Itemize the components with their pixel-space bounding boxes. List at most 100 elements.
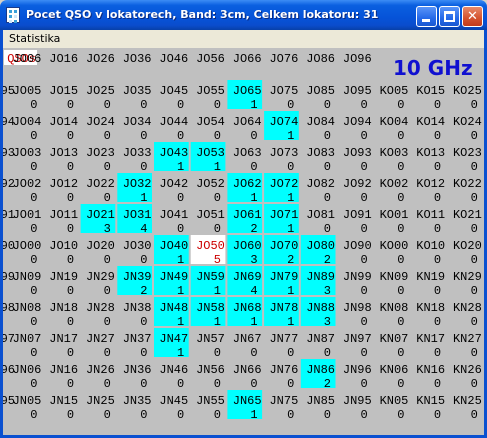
locator-label: JN26: [86, 363, 115, 377]
qso-count: 0: [324, 129, 331, 143]
qso-count: 4: [140, 222, 147, 236]
locator-grid-svg: QSOsJO06 JO16 JO26 JO36 JO46 JO56 JO66 JO76 JO86…: [3, 50, 482, 422]
qso-count: 0: [434, 160, 441, 174]
qso-count: 0: [30, 98, 37, 112]
locator-label: JO72: [269, 177, 298, 191]
locator-grid: QSOs JO06 JO16 JO26 JO36 JO46 JO56 JO66 JO76 JO86…: [3, 48, 484, 435]
locator-label: KO04: [380, 115, 409, 129]
locator-label: JN57: [196, 332, 225, 346]
qso-count: 0: [30, 377, 37, 391]
locator-label: JN49: [159, 270, 188, 284]
qso-count: 0: [140, 377, 147, 391]
locator-label: JO62: [233, 177, 262, 191]
qso-count: 0: [287, 98, 294, 112]
qso-count: 0: [67, 191, 74, 205]
qso-count: 0: [177, 408, 184, 422]
qso-count: 0: [397, 253, 404, 267]
locator-label: JN66: [233, 363, 262, 377]
locator-label: KO22: [453, 177, 482, 191]
qso-count: 0: [104, 98, 111, 112]
grid-app-icon[interactable]: [6, 7, 20, 23]
locator-label: JO35: [123, 84, 152, 98]
qso-count: 0: [30, 191, 37, 205]
locator-label: JO23: [86, 146, 115, 160]
qso-count: 0: [250, 346, 257, 360]
locator-label: JO84: [306, 115, 335, 129]
locator-label: JN36: [123, 363, 152, 377]
qso-count: 0: [30, 408, 37, 422]
qso-count: 0: [177, 377, 184, 391]
qso-count: 3: [324, 315, 331, 329]
locator-label: JN96: [343, 363, 372, 377]
qso-count: 1: [287, 284, 294, 298]
locator-label: JN85: [306, 394, 335, 408]
locator-label: JO65: [233, 84, 262, 98]
maximize-button[interactable]: [439, 6, 460, 27]
locator-label: KO20: [453, 239, 482, 253]
locator-label: JN08: [13, 301, 42, 315]
qso-count: 0: [397, 191, 404, 205]
locator-label: JO60: [233, 239, 262, 253]
qso-count: 2: [250, 222, 257, 236]
qso-count: 0: [250, 377, 257, 391]
locator-label: JN56: [196, 363, 225, 377]
qso-count: 0: [104, 160, 111, 174]
qso-count: 0: [360, 377, 367, 391]
locator-label: JO42: [159, 177, 188, 191]
qso-count: 0: [287, 408, 294, 422]
minimize-button[interactable]: [416, 6, 437, 27]
qso-count: 0: [67, 377, 74, 391]
menu-item-statistika[interactable]: Statistika: [9, 32, 60, 45]
qso-count: 1: [177, 315, 184, 329]
locator-label: KN26: [453, 363, 482, 377]
header-locator-label: JO76: [269, 52, 298, 66]
locator-label: KN15: [416, 394, 445, 408]
locator-label: JO34: [123, 115, 152, 129]
close-button[interactable]: ✕: [462, 6, 483, 27]
locator-label: KO02: [380, 177, 409, 191]
header-locator-label: JO96: [343, 52, 372, 66]
qso-count: 0: [140, 253, 147, 267]
locator-label: JN06: [13, 363, 42, 377]
locator-label: KO13: [416, 146, 445, 160]
qso-count: 1: [250, 98, 257, 112]
locator-label: KO15: [416, 84, 445, 98]
qso-count: 0: [287, 377, 294, 391]
qso-count: 0: [287, 346, 294, 360]
locator-label: KN27: [453, 332, 482, 346]
title-bar[interactable]: Pocet QSO v lokatorech, Band: 3cm, Celke…: [0, 0, 487, 30]
qso-count: 0: [471, 98, 478, 112]
qso-count: 0: [434, 315, 441, 329]
locator-label: KN05: [380, 394, 409, 408]
locator-label: JO24: [86, 115, 115, 129]
header-locator-label: JO86: [306, 52, 335, 66]
qso-count: 0: [30, 315, 37, 329]
qso-count: 0: [104, 253, 111, 267]
locator-label: JO43: [159, 146, 188, 160]
locator-label: KO14: [416, 115, 445, 129]
qso-count: 1: [177, 160, 184, 174]
qso-count: 0: [30, 129, 37, 143]
qso-count: 0: [471, 377, 478, 391]
locator-label: JO80: [306, 239, 335, 253]
qso-count: 0: [140, 160, 147, 174]
locator-label: JO55: [196, 84, 225, 98]
qso-count: 0: [434, 191, 441, 205]
locator-label: JO14: [49, 115, 78, 129]
qso-count: 0: [67, 98, 74, 112]
qso-count: 0: [30, 222, 37, 236]
locator-label: JN95: [343, 394, 372, 408]
qso-count: 0: [250, 160, 257, 174]
locator-label: JN88: [306, 301, 335, 315]
locator-label: KN16: [416, 363, 445, 377]
locator-label: KO12: [416, 177, 445, 191]
qso-count: 0: [104, 408, 111, 422]
qso-count: 0: [104, 191, 111, 205]
qso-count: 0: [360, 191, 367, 205]
locator-label: JO40: [159, 239, 188, 253]
locator-label: KO24: [453, 115, 482, 129]
qso-count: 1: [287, 129, 294, 143]
locator-label: JN47: [159, 332, 188, 346]
locator-label: KO05: [380, 84, 409, 98]
locator-label: JO53: [196, 146, 225, 160]
